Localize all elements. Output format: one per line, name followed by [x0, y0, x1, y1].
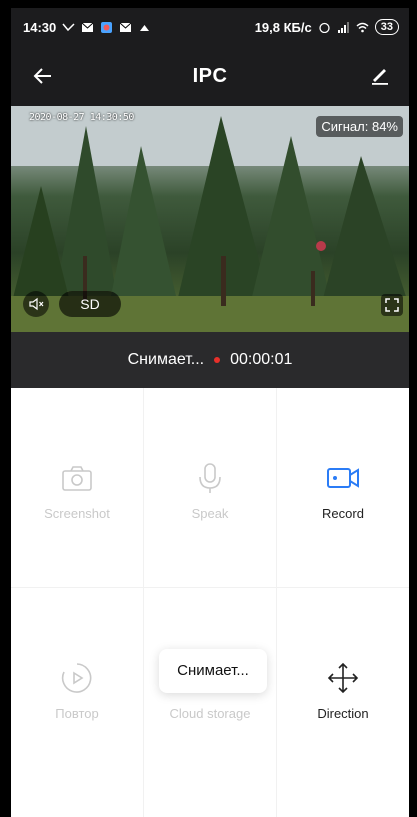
- fullscreen-button[interactable]: [381, 294, 403, 316]
- mail-icon: [81, 22, 94, 32]
- recording-dot-icon: [214, 357, 221, 363]
- recording-toast: Снимает...: [159, 649, 267, 693]
- speak-button[interactable]: Speak: [144, 388, 276, 588]
- playback-icon: [61, 663, 92, 693]
- cloud-status-icon: [140, 25, 150, 31]
- wifi-icon: [356, 22, 369, 32]
- fullscreen-icon: [385, 298, 399, 312]
- direction-label: Direction: [317, 706, 369, 721]
- mute-toggle[interactable]: [23, 291, 49, 317]
- screen: 14:30 19,8 КБ/с 33 IPC 2020-08-27 14:30:…: [11, 8, 409, 817]
- recording-status-bar: Снимает... 00:00:01: [11, 332, 409, 388]
- video-timestamp: 2020-08-27 14:30:50: [29, 112, 134, 123]
- recording-status-text: Снимает...: [127, 351, 205, 368]
- phone-frame: 14:30 19,8 КБ/с 33 IPC 2020-08-27 14:30:…: [0, 0, 417, 817]
- record-label: Record: [322, 506, 364, 521]
- direction-arrows-icon: [327, 662, 359, 694]
- video-camera-icon: [327, 468, 359, 488]
- microphone-icon: [199, 463, 221, 493]
- camera-video-feed[interactable]: 2020-08-27 14:30:50 Сигнал: 84% SD: [11, 106, 409, 332]
- alarm-icon: [319, 22, 330, 33]
- direction-button[interactable]: Direction: [277, 588, 409, 788]
- page-title: IPC: [192, 65, 228, 87]
- cloud-storage-label: Cloud storage: [169, 706, 251, 721]
- sd-quality-button[interactable]: SD: [59, 291, 121, 317]
- speaker-muted-icon: [29, 297, 44, 311]
- screenshot-button[interactable]: Screenshot: [11, 388, 143, 588]
- playback-button[interactable]: Повтор: [11, 588, 143, 788]
- status-bar: 14:30 19,8 КБ/с 33: [11, 8, 409, 48]
- mail-icon-2: [119, 22, 132, 32]
- edit-pencil-icon[interactable]: [369, 64, 391, 86]
- battery-indicator: 33: [374, 19, 399, 35]
- recording-timer: 00:00:01: [230, 351, 293, 368]
- app-bar: IPC: [11, 48, 409, 106]
- app-icon: [101, 22, 113, 33]
- signal-bars-icon: [337, 21, 349, 33]
- missed-call-icon: [62, 23, 75, 32]
- signal-strength-badge: Сигнал: 84%: [316, 116, 403, 137]
- status-time: 14:30: [23, 20, 57, 35]
- status-right: 19,8 КБ/с 33: [255, 19, 399, 35]
- screenshot-label: Screenshot: [44, 506, 110, 521]
- camera-icon: [62, 466, 92, 491]
- controls-grid: Screenshot Speak Record Повтор Cloud sto…: [11, 388, 409, 817]
- playback-label: Повтор: [55, 706, 99, 721]
- network-speed: 19,8 КБ/с: [254, 19, 312, 35]
- speak-label: Speak: [191, 506, 229, 521]
- record-button[interactable]: Record: [277, 388, 409, 588]
- status-left: 14:30: [23, 20, 151, 35]
